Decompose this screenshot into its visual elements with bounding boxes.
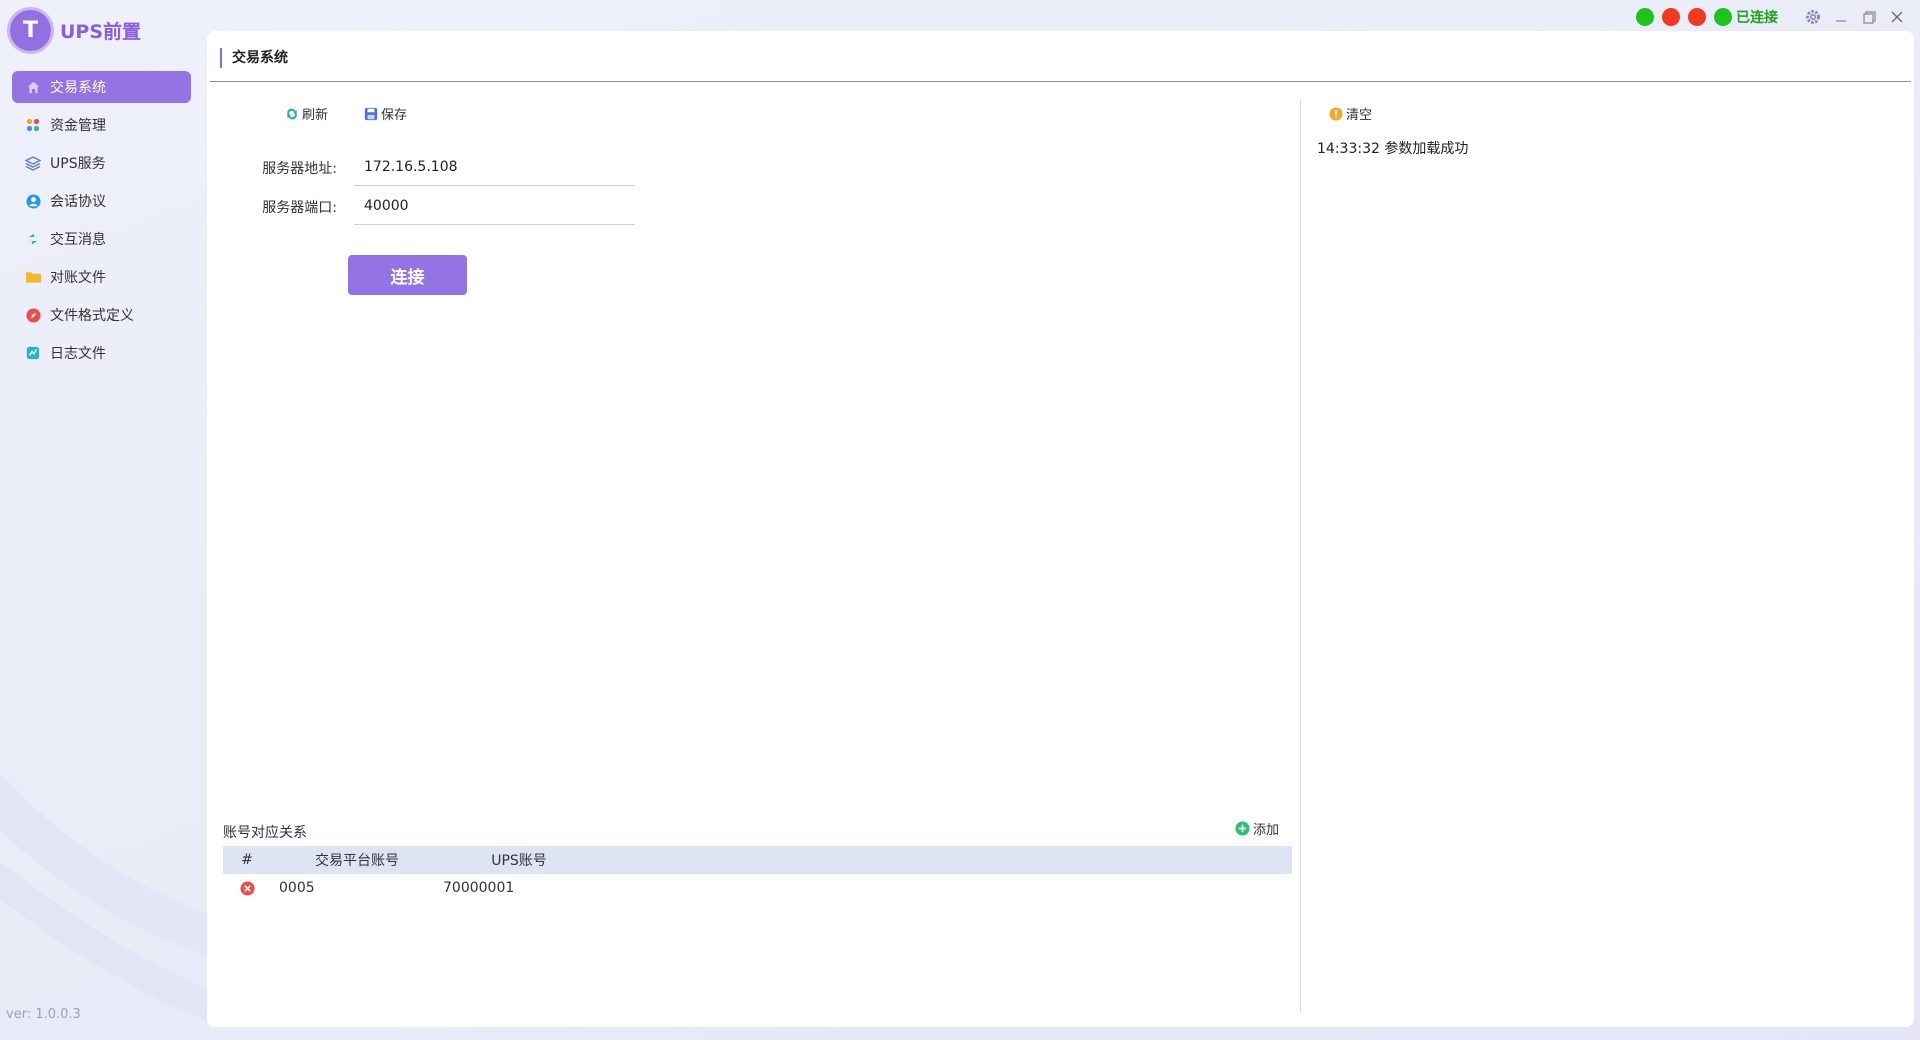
status-dot-red xyxy=(1662,8,1680,26)
table-header: # 交易平台账号 UPS账号 xyxy=(223,846,1292,874)
page-title: 交易系统 xyxy=(220,48,288,68)
sidebar-item-log-files[interactable]: 日志文件 xyxy=(12,337,191,369)
sidebar: 交易系统 资金管理 UPS服务 会话协议 交互消息 对账文件 文件格式定义 日志… xyxy=(12,71,191,375)
restore-button[interactable] xyxy=(1856,6,1882,28)
column-header-trade-account: 交易平台账号 xyxy=(315,853,399,869)
layers-icon xyxy=(24,154,42,172)
server-address-row: 服务器地址: xyxy=(245,149,635,186)
vertical-divider xyxy=(1300,99,1301,1013)
sidebar-item-reconciliation-files[interactable]: 对账文件 xyxy=(12,261,191,293)
status-dot-green xyxy=(1714,8,1732,26)
delete-icon xyxy=(239,880,255,896)
server-port-label: 服务器端口: xyxy=(262,199,337,216)
refresh-button[interactable]: 刷新 xyxy=(285,104,328,123)
log-icon xyxy=(24,344,42,362)
column-header-index: # xyxy=(241,852,253,868)
toolbar: 刷新 保存 xyxy=(285,104,443,123)
sidebar-item-label: 文件格式定义 xyxy=(50,308,134,324)
server-address-label: 服务器地址: xyxy=(262,160,337,177)
table-row: 0005 70000001 xyxy=(223,874,1292,902)
refresh-label: 刷新 xyxy=(302,108,329,123)
add-account-button[interactable]: 添加 xyxy=(1235,819,1279,838)
server-port-row: 服务器端口: xyxy=(245,188,635,225)
warning-icon xyxy=(1329,106,1343,121)
refresh-icon xyxy=(287,108,297,119)
minimize-icon xyxy=(1836,20,1846,22)
minimize-button[interactable] xyxy=(1828,6,1854,28)
log-panel: 清空 14:33:32 参数加载成功 xyxy=(1317,104,1468,157)
title-bar-controls: 已连接 xyxy=(1628,6,1910,28)
close-icon xyxy=(1891,11,1903,23)
app-logo: T UPS前置 xyxy=(10,10,141,51)
version-label: ver: 1.0.0.3 xyxy=(6,1007,81,1022)
connect-button[interactable]: 连接 xyxy=(348,255,467,295)
home-icon xyxy=(24,78,42,96)
delete-row-button[interactable] xyxy=(223,880,271,896)
server-port-input[interactable] xyxy=(354,188,635,225)
user-icon xyxy=(24,192,42,210)
ups-account-cell: 70000001 xyxy=(443,880,515,896)
sidebar-item-trading-system[interactable]: 交易系统 xyxy=(12,71,191,103)
sidebar-item-file-format-definition[interactable]: 文件格式定义 xyxy=(12,299,191,331)
gear-icon xyxy=(1806,10,1820,24)
log-line: 14:33:32 参数加载成功 xyxy=(1317,141,1469,157)
column-header-ups-account: UPS账号 xyxy=(491,853,547,869)
app-title: UPS前置 xyxy=(60,21,142,43)
header-divider xyxy=(210,81,1911,82)
add-icon xyxy=(1235,821,1250,836)
add-label: 添加 xyxy=(1253,823,1280,838)
save-label: 保存 xyxy=(381,108,408,123)
close-button[interactable] xyxy=(1884,6,1910,28)
background-decoration xyxy=(0,773,220,1024)
sidebar-item-label: 对账文件 xyxy=(50,270,106,286)
sidebar-item-ups-service[interactable]: UPS服务 xyxy=(12,147,191,179)
folder-icon xyxy=(24,268,42,286)
sidebar-item-label: 交互消息 xyxy=(50,232,106,248)
compass-icon xyxy=(24,306,42,324)
main-panel: 交易系统 刷新 保存 服务器地址: 服务器端口: 连接 账号对应关系 添加 # … xyxy=(207,31,1914,1027)
trade-account-cell: 0005 xyxy=(279,880,315,896)
sidebar-item-interactive-messages[interactable]: 交互消息 xyxy=(12,223,191,255)
logo-badge: T xyxy=(10,10,51,51)
apps-icon xyxy=(24,116,42,134)
account-mapping-table: # 交易平台账号 UPS账号 0005 70000001 xyxy=(223,846,1292,902)
exchange-icon xyxy=(24,230,42,248)
connection-status: 已连接 xyxy=(1736,10,1778,26)
status-dot-red xyxy=(1688,8,1706,26)
sidebar-item-label: 会话协议 xyxy=(50,194,106,210)
sidebar-item-label: 资金管理 xyxy=(50,118,106,134)
account-mapping-title: 账号对应关系 xyxy=(223,825,307,841)
sidebar-item-session-protocol[interactable]: 会话协议 xyxy=(12,185,191,217)
sidebar-item-label: 交易系统 xyxy=(50,80,106,96)
save-button[interactable]: 保存 xyxy=(364,104,407,123)
clear-log-button[interactable]: 清空 xyxy=(1329,104,1372,123)
restore-icon xyxy=(1862,10,1876,24)
sidebar-item-fund-management[interactable]: 资金管理 xyxy=(12,109,191,141)
status-dot-green xyxy=(1636,8,1654,26)
settings-button[interactable] xyxy=(1800,6,1826,28)
sidebar-item-label: 日志文件 xyxy=(50,346,106,362)
server-address-input[interactable] xyxy=(354,149,635,186)
clear-label: 清空 xyxy=(1346,108,1373,123)
sidebar-item-label: UPS服务 xyxy=(50,156,106,172)
save-icon xyxy=(364,107,378,120)
